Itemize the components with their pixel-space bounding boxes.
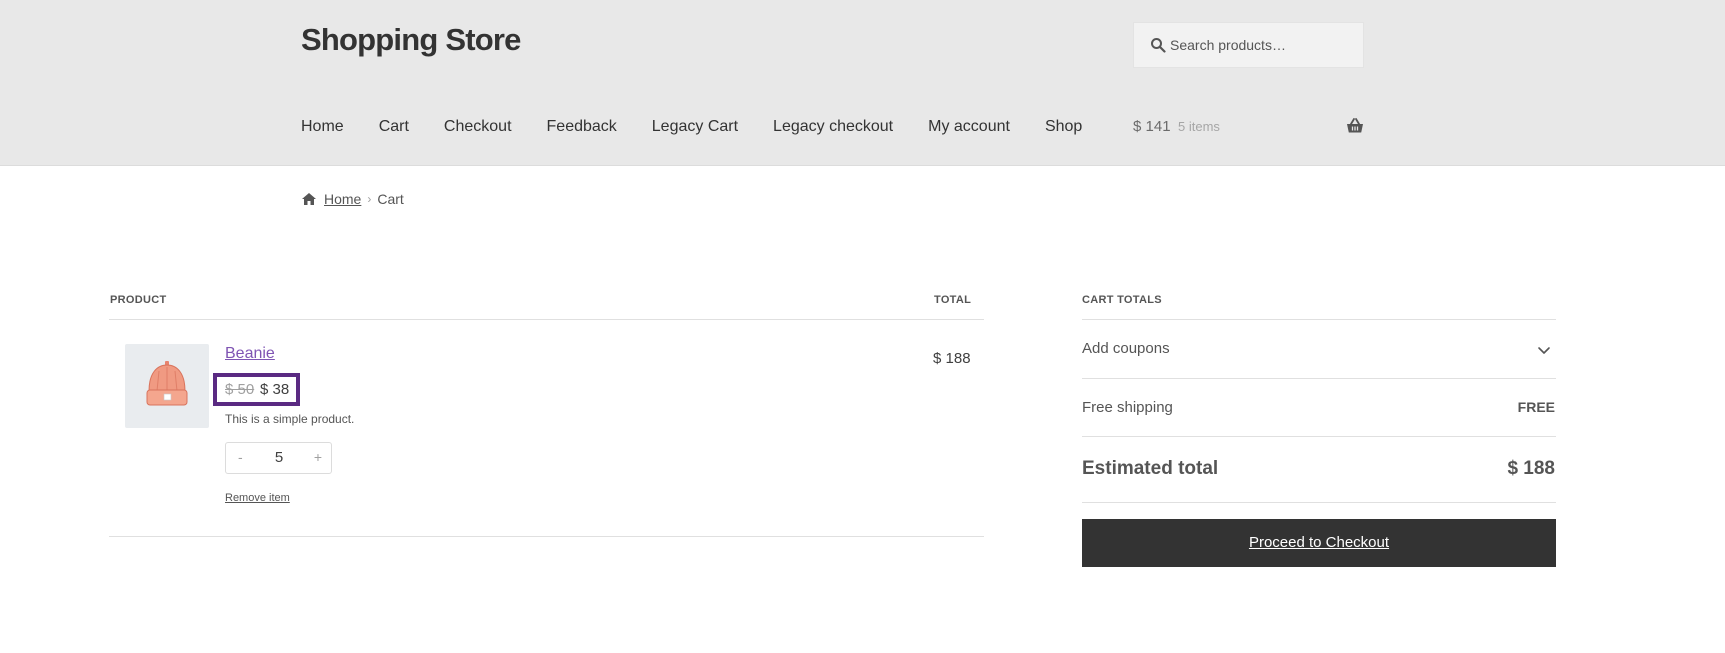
basket-icon[interactable]	[1346, 118, 1364, 134]
cart-totals-title: CART TOTALS	[1082, 294, 1162, 306]
nav-item-home[interactable]: Home	[301, 118, 344, 136]
coupons-divider	[1082, 378, 1556, 379]
table-header-divider	[109, 319, 984, 320]
totals-header-divider	[1082, 319, 1556, 320]
column-header-product: PRODUCT	[110, 294, 167, 306]
quantity-increase-button[interactable]: +	[314, 449, 322, 465]
quantity-decrease-button[interactable]: -	[238, 449, 243, 465]
line-item-total: $ 188	[933, 350, 971, 367]
beanie-image	[146, 361, 188, 406]
nav-item-my-account[interactable]: My account	[928, 118, 1010, 136]
nav-item-cart[interactable]: Cart	[379, 118, 409, 136]
proceed-to-checkout-button[interactable]: Proceed to Checkout	[1082, 519, 1556, 567]
product-thumbnail[interactable]	[125, 344, 209, 428]
nav-item-legacy-checkout[interactable]: Legacy checkout	[773, 118, 893, 136]
breadcrumb-current: Cart	[377, 191, 404, 207]
estimated-total-divider	[1082, 502, 1556, 503]
header-cart-amount[interactable]: $ 141	[1133, 118, 1171, 135]
nav-item-feedback[interactable]: Feedback	[547, 118, 617, 136]
nav-item-checkout[interactable]: Checkout	[444, 118, 512, 136]
quantity-input[interactable]	[261, 449, 297, 466]
breadcrumb-home-link[interactable]: Home	[324, 191, 361, 207]
main-nav: Home Cart Checkout Feedback Legacy Cart …	[301, 116, 1117, 138]
site-title[interactable]: Shopping Store	[301, 22, 521, 58]
search-box[interactable]	[1133, 22, 1364, 68]
column-header-total: TOTAL	[934, 294, 972, 306]
home-icon	[302, 193, 316, 205]
breadcrumb-separator: ›	[367, 192, 372, 206]
shipping-value: FREE	[1517, 399, 1555, 415]
search-icon	[1151, 38, 1166, 53]
breadcrumb: Home › Cart	[301, 191, 404, 207]
product-price: $ 50 $ 38	[213, 373, 300, 406]
quantity-stepper[interactable]: - +	[225, 442, 332, 474]
regular-price: $ 50	[225, 381, 255, 398]
nav-item-shop[interactable]: Shop	[1045, 118, 1082, 136]
header-cart-count[interactable]: 5 items	[1178, 119, 1220, 134]
header-cart[interactable]: $ 141 5 items	[1133, 116, 1364, 138]
shipping-label: Free shipping	[1082, 399, 1173, 416]
add-coupons-toggle[interactable]: Add coupons	[1082, 340, 1170, 357]
remove-item-link[interactable]: Remove item	[225, 492, 290, 504]
table-bottom-divider	[109, 536, 984, 537]
shipping-divider	[1082, 436, 1556, 437]
chevron-down-icon[interactable]	[1537, 346, 1551, 355]
estimated-total-label: Estimated total	[1082, 458, 1219, 479]
search-input[interactable]	[1170, 37, 1350, 53]
estimated-total-value: $ 188	[1507, 458, 1555, 479]
sale-price: $ 38	[260, 381, 290, 398]
nav-item-legacy-cart[interactable]: Legacy Cart	[652, 118, 738, 136]
product-name-link[interactable]: Beanie	[225, 345, 275, 363]
site-header: Shopping Store Home Cart Checkout Feedba…	[0, 0, 1725, 166]
product-description: This is a simple product.	[225, 412, 355, 426]
